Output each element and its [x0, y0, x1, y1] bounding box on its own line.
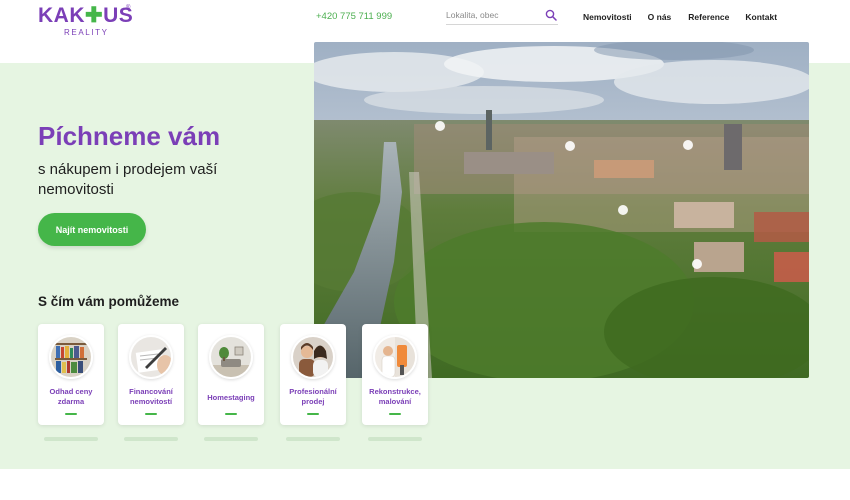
signing-document-photo-icon [129, 335, 173, 379]
main-nav: Nemovitosti O nás Reference Kontakt [583, 11, 777, 23]
search-box [446, 6, 558, 25]
couple-photo-icon [291, 335, 335, 379]
card-underline [145, 413, 157, 415]
card-underline [225, 413, 237, 415]
page: KAK✚US ® REALITY +420 775 711 999 Nemovi… [0, 0, 850, 500]
service-card-label: Rekonstrukce, malování [369, 387, 421, 406]
logo[interactable]: KAK✚US ® REALITY [38, 4, 134, 38]
registered-mark: ® [126, 5, 131, 11]
bookshelf-photo-icon [49, 335, 93, 379]
service-card-odhad[interactable]: Odhad ceny zdarma [38, 324, 104, 425]
service-card-label: Homestaging [207, 393, 255, 402]
service-card-financovani[interactable]: Financování nemovitostí [118, 324, 184, 425]
search-input[interactable] [446, 8, 538, 22]
logo-wordmark: KAK✚US [38, 4, 134, 27]
service-card-label: Profesionální prodej [289, 387, 337, 406]
services-title: S čím vám pomůžeme [38, 294, 180, 309]
search-icon[interactable] [545, 9, 557, 21]
service-card-homestaging[interactable]: Homestaging [198, 324, 264, 425]
cactus-icon: ✚ [85, 4, 104, 27]
phone-link[interactable]: +420 775 711 999 [316, 11, 392, 23]
nav-item-o-nas[interactable]: O nás [648, 11, 672, 23]
logo-subtitle: REALITY [64, 28, 109, 37]
card-underline [307, 413, 319, 415]
interior-photo-icon [209, 335, 253, 379]
service-card-rekonstrukce[interactable]: Rekonstrukce, malování [362, 324, 428, 425]
service-card-prodej[interactable]: Profesionální prodej [280, 324, 346, 425]
nav-item-reference[interactable]: Reference [688, 11, 729, 23]
find-properties-button[interactable]: Najít nemovitosti [38, 213, 146, 246]
hero-headline: Píchneme vám [38, 121, 221, 151]
nav-item-nemovitosti[interactable]: Nemovitosti [583, 11, 632, 23]
card-underline [65, 413, 77, 415]
header: KAK✚US ® REALITY +420 775 711 999 Nemovi… [0, 0, 850, 40]
card-underline [389, 413, 401, 415]
service-card-label: Financování nemovitostí [129, 387, 173, 406]
painting-photo-icon [373, 335, 417, 379]
service-card-label: Odhad ceny zdarma [49, 387, 93, 406]
hero-subline: s nákupem i prodejem vaší nemovitosti [38, 161, 218, 198]
nav-item-kontakt[interactable]: Kontakt [745, 11, 777, 23]
